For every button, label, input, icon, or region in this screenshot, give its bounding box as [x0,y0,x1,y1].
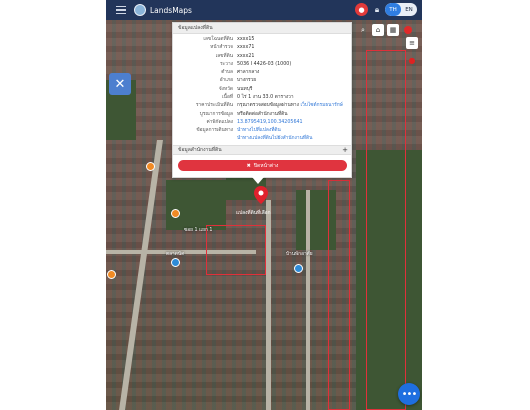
info-row: ค่าพิกัดแปลง 13.8795419,100.34205641 [173,119,351,127]
map-place-label: ซอย 1 แยก 1 [184,228,213,233]
info-label: ตำบล [221,70,233,76]
close-button-label: ปิดหน้าต่าง [253,162,279,169]
info-value: บางกรวย [237,78,257,84]
info-value: xxxx15 [237,37,255,42]
section-title: ข้อมูลสำนักงานที่ดิน [178,147,222,153]
info-label: ค่าพิกัดแปลง [206,119,233,125]
info-row: เลขโฉนดที่ดิน xxxx15 [173,36,351,44]
info-row: เนื้อที่ 0 ไร่ 1 งาน 33.0 ตารางวา [173,94,351,102]
info-value: หรือติดต่อสำนักงานที่ดิน [237,111,288,117]
vegetation-area [166,180,226,230]
info-text: กรุณาตรวจสอบข้อมูลผ่านทาง [237,103,299,109]
info-row: ราคาประเมินที่ดิน กรุณาตรวจสอบข้อมูลผ่านท… [173,102,351,110]
info-value: xxxx71 [237,45,255,51]
road [119,140,163,410]
info-row: อำเภอ บางกรวย [173,77,351,85]
search-icon[interactable]: ⌕ [357,24,369,36]
poi-marker-icon[interactable] [171,209,180,218]
parcel-boundary [366,50,406,410]
navigate-to-office-link[interactable]: นำทางแปลงที่ดินไปยังสำนักงานที่ดิน [237,135,312,143]
info-value: นนทบุรี [237,86,253,92]
road [266,200,271,410]
info-row: จังหวัด นนทบุรี [173,86,351,94]
close-icon: ✖ [246,162,251,169]
app-screen: LandsMaps ● 🔒︎ TH EN ✕ ⌕ ⌂ ▦ ≡ ● ✕ ซอย 1… [106,0,422,410]
info-label: เลขโฉนดที่ดิน [203,37,233,42]
land-office-section[interactable]: ข้อมูลสำนักงานที่ดิน + [173,145,351,155]
info-label: ราคาประเมินที่ดิน [195,103,233,109]
road [306,190,310,410]
info-label: เลขที่ดิน [215,53,233,59]
app-header: LandsMaps ● 🔒︎ TH EN [106,0,422,20]
info-value: นำทางไปที่แปลงที่ดิน นำทางแปลงที่ดินไปยัง… [237,127,312,143]
info-label: ระวาง [220,61,233,67]
info-value: 0 ไร่ 1 งาน 33.0 ตารางวา [237,95,294,101]
expand-icon[interactable]: + [342,146,348,155]
coordinates-link[interactable]: 13.8795419,100.34205641 [237,119,303,127]
parcel-marker-icon[interactable] [254,186,268,204]
close-panel-button[interactable]: ✖ ปิดหน้าต่าง [178,160,347,171]
info-row: เลขที่ดิน xxxx21 [173,53,351,61]
language-toggle[interactable]: TH EN [385,3,417,16]
alert-icon[interactable]: ● [355,3,368,16]
info-row: ระวาง 5036 I 4426-03 (1000) [173,61,351,69]
info-value: xxxx21 [237,53,255,59]
map-place-label: ตลาดนัด [166,252,185,257]
info-label: หน้าสำรวจ [210,45,233,51]
poi-marker-icon[interactable] [294,264,303,273]
parcel-boundary [328,180,350,410]
measure-tool-icon[interactable]: ✕ [109,73,131,95]
parcel-info-panel: ข้อมูลแปลงที่ดิน เลขโฉนดที่ดิน xxxx15 หน้… [172,22,352,178]
more-options-button[interactable]: ••• [398,383,420,405]
panel-header: ข้อมูลแปลงที่ดิน [173,23,351,34]
poi-marker-icon[interactable] [107,270,116,279]
info-row: ข้อมูลการเดินทาง นำทางไปที่แปลงที่ดิน นำทา… [173,127,351,143]
info-rows: เลขโฉนดที่ดิน xxxx15 หน้าสำรวจ xxxx71 เลขท… [173,34,351,143]
info-row: หน้าสำรวจ xxxx71 [173,44,351,52]
info-label: เนื้อที่ [222,95,233,101]
grid-icon[interactable]: ▦ [387,24,399,36]
info-value: ศาลากลาง [237,70,260,76]
app-title: LandsMaps [150,5,192,15]
panel-pointer [252,177,264,184]
lang-en-option[interactable]: EN [401,3,417,16]
home-icon[interactable]: ⌂ [372,24,384,36]
info-label: อำเภอ [219,78,233,84]
info-label: จังหวัด [218,86,233,92]
info-row: ตำบล ศาลากลาง [173,69,351,77]
info-label: ข้อมูลการเดินทาง [196,128,233,134]
map-place-label: บ้านพักอาศัย [286,252,313,257]
info-value: กรุณาตรวจสอบข้อมูลผ่านทาง เว็บไซต์กรมธนา… [237,102,343,110]
parcel-boundary [206,225,266,275]
record-icon[interactable] [404,26,412,34]
layers-icon[interactable]: ≡ [406,37,418,49]
poi-marker-icon[interactable] [171,258,180,267]
navigate-to-parcel-link[interactable]: นำทางไปที่แปลงที่ดิน [237,127,312,135]
poi-marker-icon[interactable] [146,162,155,171]
info-label: บูรณาการข้อมูล [199,111,233,117]
treasury-website-link[interactable]: เว็บไซต์กรมธนารักษ์ [300,103,342,108]
info-value: 5036 I 4426-03 (1000) [237,61,292,67]
app-logo-icon [134,4,146,16]
lock-icon[interactable]: 🔒︎ [372,3,382,16]
lang-th-option[interactable]: TH [385,3,401,16]
location-pin-icon[interactable]: ● [408,56,416,65]
menu-icon[interactable] [112,0,130,20]
parcel-label: แปลงที่ดินที่เลือก [236,211,271,216]
info-row: บูรณาการข้อมูล หรือติดต่อสำนักงานที่ดิน [173,111,351,119]
